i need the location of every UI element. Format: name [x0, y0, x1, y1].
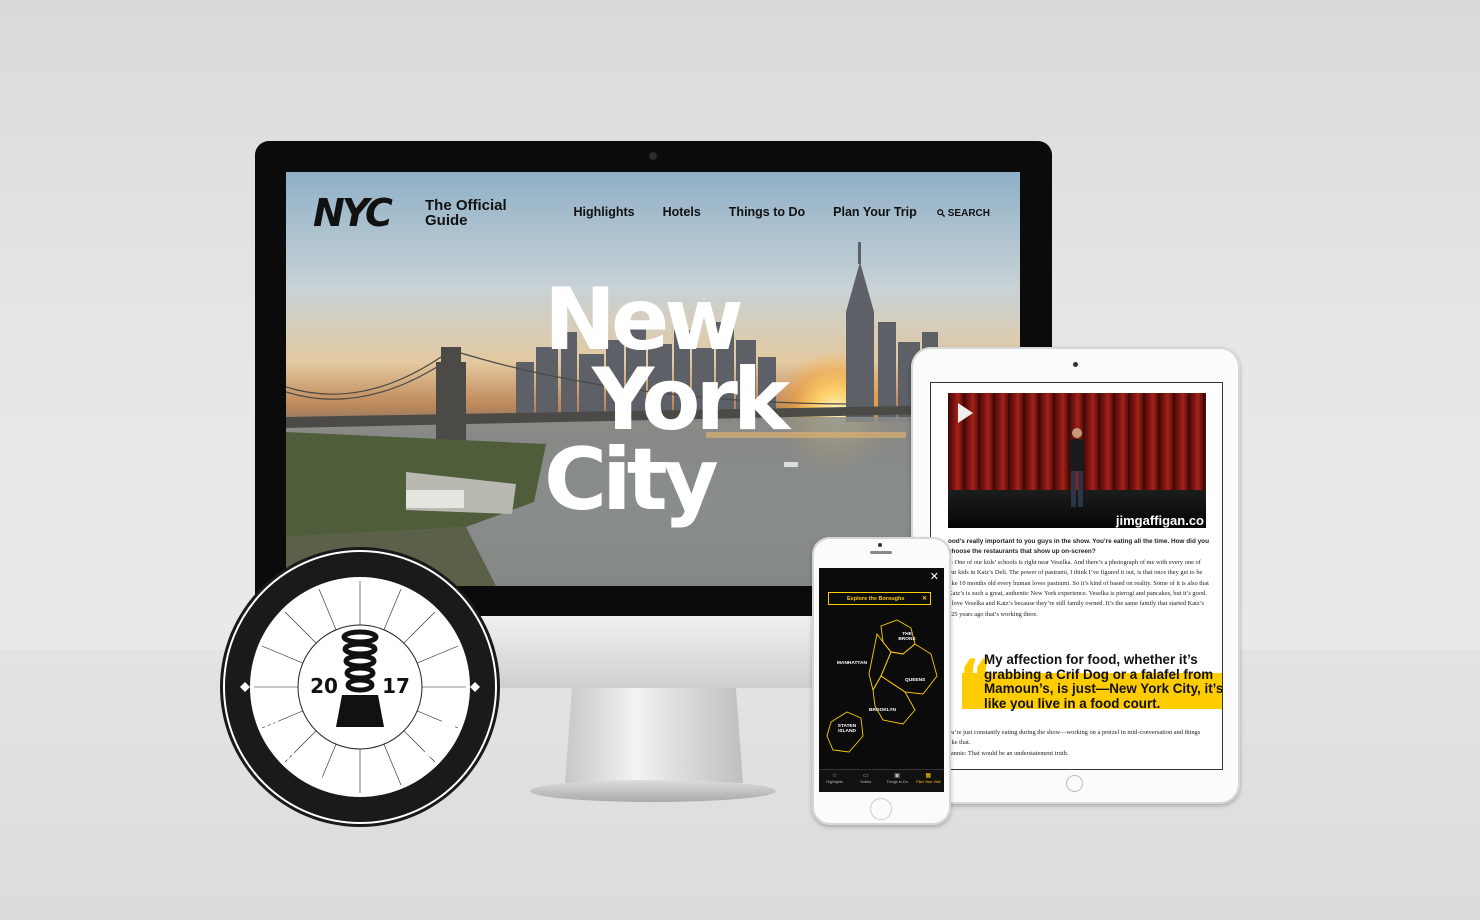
phone-speaker	[870, 551, 892, 554]
borough-label[interactable]: MANHATTAN	[837, 661, 867, 666]
video-caption-url: jimgaffigan.co	[1115, 513, 1204, 528]
hero-line: City	[544, 430, 719, 530]
search-icon	[936, 209, 945, 217]
tab-label: Things to Do	[886, 780, 908, 784]
hero-title: New York City	[544, 270, 790, 530]
tablet-device: ve jimgaffigan.co ood’s really important…	[911, 347, 1240, 804]
borough-label[interactable]: QUEENS	[905, 678, 925, 683]
phone-home-button[interactable]	[870, 798, 892, 820]
boroughs-map[interactable]	[819, 614, 944, 764]
search-button[interactable]: SEARCH	[936, 207, 990, 219]
interview-answer: n: One of our kids’ schools is right nea…	[948, 558, 1209, 618]
badge-year-left: 20	[310, 674, 338, 698]
phone-camera-icon	[878, 543, 882, 547]
interview-answer: eannie: That would be an understatement …	[948, 749, 1069, 757]
tablet-screen: ve jimgaffigan.co ood’s really important…	[930, 382, 1223, 770]
nav-highlights[interactable]: Highlights	[573, 205, 634, 219]
tab-label: Plan Your Visit	[916, 780, 941, 784]
phone-tab-bar: ☆ Highlights ▭ Hotels ▣ Things to Do ▦ P…	[819, 769, 944, 792]
hero-line: New	[544, 270, 744, 370]
pull-quote-text: My affection for food, whether it’s grab…	[984, 652, 1223, 711]
explore-label: Explore the Boroughs	[847, 596, 905, 602]
logo-wordmark: NYC	[313, 191, 393, 235]
badge-year-right: 17	[382, 674, 410, 698]
borough-label[interactable]: THE BRONX	[895, 632, 919, 642]
monitor-stand	[565, 688, 743, 783]
nav-things-to-do[interactable]: Things to Do	[729, 205, 805, 219]
ticket-icon: ▣	[894, 773, 900, 779]
star-icon: ☆	[831, 773, 838, 779]
explore-close-icon[interactable]: ✕	[922, 593, 927, 606]
interview-question: ou’re just constantly eating during the …	[948, 729, 1201, 747]
nyc-logo[interactable]: NYC The Official Guide	[313, 191, 507, 235]
tab-things-to-do[interactable]: ▣ Things to Do	[882, 770, 913, 792]
tab-label: Hotels	[860, 780, 872, 784]
play-icon[interactable]	[958, 403, 973, 423]
article-body: ood’s really important to you guys in th…	[948, 537, 1210, 620]
video-caption-left: ve	[934, 513, 948, 527]
monitor-foot	[530, 780, 776, 802]
performer-figure	[1070, 428, 1084, 507]
webby-award-badge: 20 17 WEBBY AWARD WINNER	[220, 547, 500, 827]
phone-device: ✕ Explore the Boroughs ✕ THE BRONX MANHA…	[812, 537, 951, 825]
tab-plan-your-visit[interactable]: ▦ Plan Your Visit	[913, 770, 944, 792]
video-player[interactable]: ve jimgaffigan.co	[934, 393, 1206, 528]
article-body-continued: ou’re just constantly eating during the …	[948, 728, 1210, 759]
interview-question: ood’s really important to you guys in th…	[948, 538, 1209, 556]
tab-label: Highlights	[826, 780, 843, 784]
phone-screen: ✕ Explore the Boroughs ✕ THE BRONX MANHA…	[819, 568, 944, 792]
hero-line: York	[592, 350, 790, 450]
tablet-home-button[interactable]	[1066, 775, 1083, 792]
webcam-icon	[649, 152, 657, 160]
main-nav: Highlights Hotels Things to Do Plan Your…	[573, 205, 1020, 219]
nav-plan-your-trip[interactable]: Plan Your Trip	[833, 205, 917, 219]
tab-hotels[interactable]: ▭ Hotels	[850, 770, 881, 792]
nav-hotels[interactable]: Hotels	[663, 205, 701, 219]
tab-highlights[interactable]: ☆ Highlights	[819, 770, 850, 792]
bed-icon: ▭	[863, 773, 869, 779]
borough-label[interactable]: STATEN ISLAND	[833, 724, 861, 734]
tablet-camera-icon	[1073, 362, 1078, 367]
desktop-screen: NYC The Official Guide Highlights Hotels…	[286, 172, 1020, 586]
logo-subtitle: The Official Guide	[425, 197, 507, 229]
search-label: SEARCH	[947, 207, 990, 219]
explore-boroughs-button[interactable]: Explore the Boroughs ✕	[828, 592, 931, 605]
map-icon: ▦	[925, 773, 932, 779]
borough-label[interactable]: BROOKLYN	[869, 708, 896, 713]
close-icon[interactable]: ✕	[930, 572, 939, 583]
